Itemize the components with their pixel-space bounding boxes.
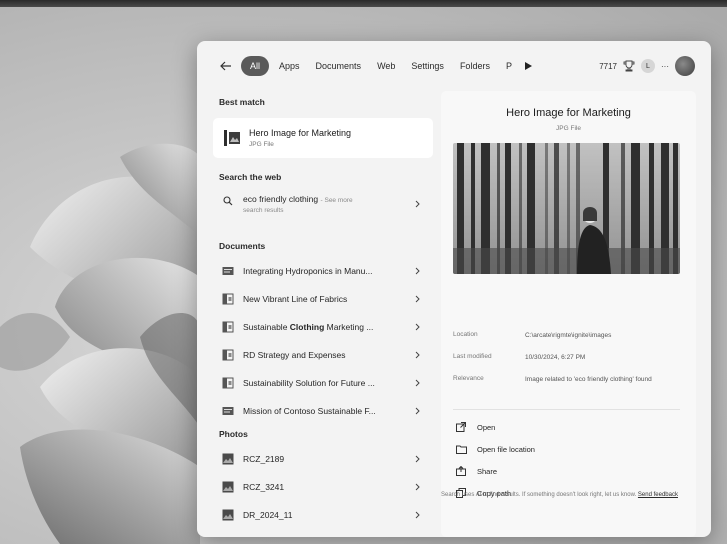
document-item[interactable]: Sustainable Clothing Marketing ... xyxy=(213,314,433,340)
presentation-icon xyxy=(221,348,235,362)
share-icon xyxy=(455,465,467,477)
preview-file-type: JPG File xyxy=(556,125,581,132)
results-list: Best match Hero Image for Marketing JPG … xyxy=(205,91,441,537)
search-panel: All Apps Documents Web Settings Folders … xyxy=(197,41,711,537)
chevron-right-icon xyxy=(411,295,423,303)
web-see-more: - See more xyxy=(320,197,353,204)
document-label: Sustainability Solution for Future ... xyxy=(243,378,375,388)
photo-item[interactable]: RCZ_2189 xyxy=(213,446,433,472)
section-search-web: Search the web xyxy=(219,172,282,182)
action-label: Open xyxy=(477,422,496,432)
best-match-item[interactable]: Hero Image for Marketing JPG File xyxy=(213,118,433,158)
presentation-icon xyxy=(221,320,235,334)
document-item[interactable]: Sustainability Solution for Future ... xyxy=(213,370,433,396)
filter-photos-truncated[interactable]: P xyxy=(500,56,518,76)
top-edge xyxy=(0,0,727,7)
divider xyxy=(453,409,680,410)
section-photos: Photos xyxy=(219,429,248,439)
image-file-icon xyxy=(223,129,241,147)
search-header: All Apps Documents Web Settings Folders … xyxy=(197,41,711,91)
meta-relevance-key: Relevance xyxy=(453,375,484,382)
chevron-right-icon xyxy=(411,267,423,275)
presentation-icon xyxy=(221,292,235,306)
label-highlight: Clothing xyxy=(289,322,325,332)
chevron-right-icon xyxy=(411,200,423,208)
more-options-button[interactable]: ··· xyxy=(661,62,669,71)
meta-relevance-value: Image related to 'eco friendly clothing'… xyxy=(525,376,652,383)
search-icon xyxy=(221,194,235,208)
meta-location-key: Location xyxy=(453,331,478,338)
document-item[interactable]: New Vibrant Line of Fabrics xyxy=(213,286,433,312)
send-feedback-link[interactable]: Send feedback xyxy=(638,492,678,498)
document-item[interactable]: RD Strategy and Expenses xyxy=(213,342,433,368)
filter-web[interactable]: Web xyxy=(371,56,401,76)
label-part: Marketing ... xyxy=(324,322,374,332)
chevron-right-icon xyxy=(411,511,423,519)
chevron-right-icon xyxy=(411,323,423,331)
chevron-right-icon xyxy=(411,407,423,415)
web-search-item[interactable]: eco friendly clothing - See more search … xyxy=(213,190,433,224)
document-label: RD Strategy and Expenses xyxy=(243,350,346,360)
meta-modified-value: 10/30/2024, 6:27 PM xyxy=(525,354,586,361)
document-label: Mission of Contoso Sustainable F... xyxy=(243,406,376,416)
filter-documents[interactable]: Documents xyxy=(310,56,368,76)
photo-icon xyxy=(221,508,235,522)
document-item[interactable]: Mission of Contoso Sustainable F... xyxy=(213,398,433,424)
feedback-text: Search uses AI to find results. If somet… xyxy=(441,492,637,498)
action-share[interactable]: Share xyxy=(455,465,497,477)
section-documents: Documents xyxy=(219,241,266,251)
forest-photo xyxy=(453,143,680,274)
action-open-file-location[interactable]: Open file location xyxy=(455,443,535,455)
preview-image[interactable] xyxy=(453,143,680,274)
document-icon xyxy=(221,404,235,418)
web-search-results-label: search results xyxy=(243,207,284,214)
document-label: New Vibrant Line of Fabrics xyxy=(243,294,348,304)
meta-modified-key: Last modified xyxy=(453,353,492,360)
avatar[interactable] xyxy=(675,56,695,76)
photo-label: DR_2024_11 xyxy=(243,510,293,520)
open-icon xyxy=(455,421,467,433)
web-query: eco friendly clothing xyxy=(243,194,319,204)
chevron-right-icon xyxy=(411,379,423,387)
chevron-right-icon xyxy=(411,483,423,491)
photo-item[interactable]: DR_2024_11 xyxy=(213,502,433,528)
document-icon xyxy=(221,264,235,278)
user-initial-badge[interactable]: L xyxy=(641,59,655,73)
photo-label: RCZ_2189 xyxy=(243,454,285,464)
presentation-icon xyxy=(221,376,235,390)
filter-all[interactable]: All xyxy=(241,56,270,76)
status-count: 7717 xyxy=(599,61,617,71)
action-open[interactable]: Open xyxy=(455,421,495,433)
chevron-right-icon xyxy=(411,351,423,359)
filter-settings[interactable]: Settings xyxy=(405,56,450,76)
preview-pane: Hero Image for Marketing JPG File Locati… xyxy=(441,91,696,537)
document-label: Sustainable Clothing Marketing ... xyxy=(243,322,411,332)
folder-icon xyxy=(455,443,467,455)
best-match-title: Hero Image for Marketing xyxy=(249,128,352,138)
preview-title: Hero Image for Marketing xyxy=(506,107,631,119)
back-arrow-icon xyxy=(220,61,231,71)
section-best-match: Best match xyxy=(219,97,265,107)
filter-apps[interactable]: Apps xyxy=(273,56,306,76)
play-icon xyxy=(525,62,533,70)
document-label: Integrating Hydroponics in Manu... xyxy=(243,266,373,276)
photo-label: RCZ_3241 xyxy=(243,482,285,492)
label-part: Sustainable xyxy=(243,322,290,332)
photo-icon xyxy=(221,480,235,494)
photo-item[interactable]: RCZ_3241 xyxy=(213,474,433,500)
more-filters-button[interactable] xyxy=(522,59,536,73)
header-right: 7717 L ··· xyxy=(599,56,695,76)
best-match-type: JPG File xyxy=(249,141,274,148)
action-label: Share xyxy=(477,466,498,476)
meta-location-value: C:\arcate\rigmte\ignite\images xyxy=(525,332,612,339)
action-label: Open file location xyxy=(477,444,535,454)
filter-folders[interactable]: Folders xyxy=(454,56,496,76)
document-item[interactable]: Integrating Hydroponics in Manu... xyxy=(213,258,433,284)
photo-icon xyxy=(221,452,235,466)
chevron-right-icon xyxy=(411,455,423,463)
feedback-note: Search uses AI to find results. If somet… xyxy=(441,491,681,500)
trophy-icon[interactable] xyxy=(623,60,635,72)
back-button[interactable] xyxy=(217,57,235,75)
